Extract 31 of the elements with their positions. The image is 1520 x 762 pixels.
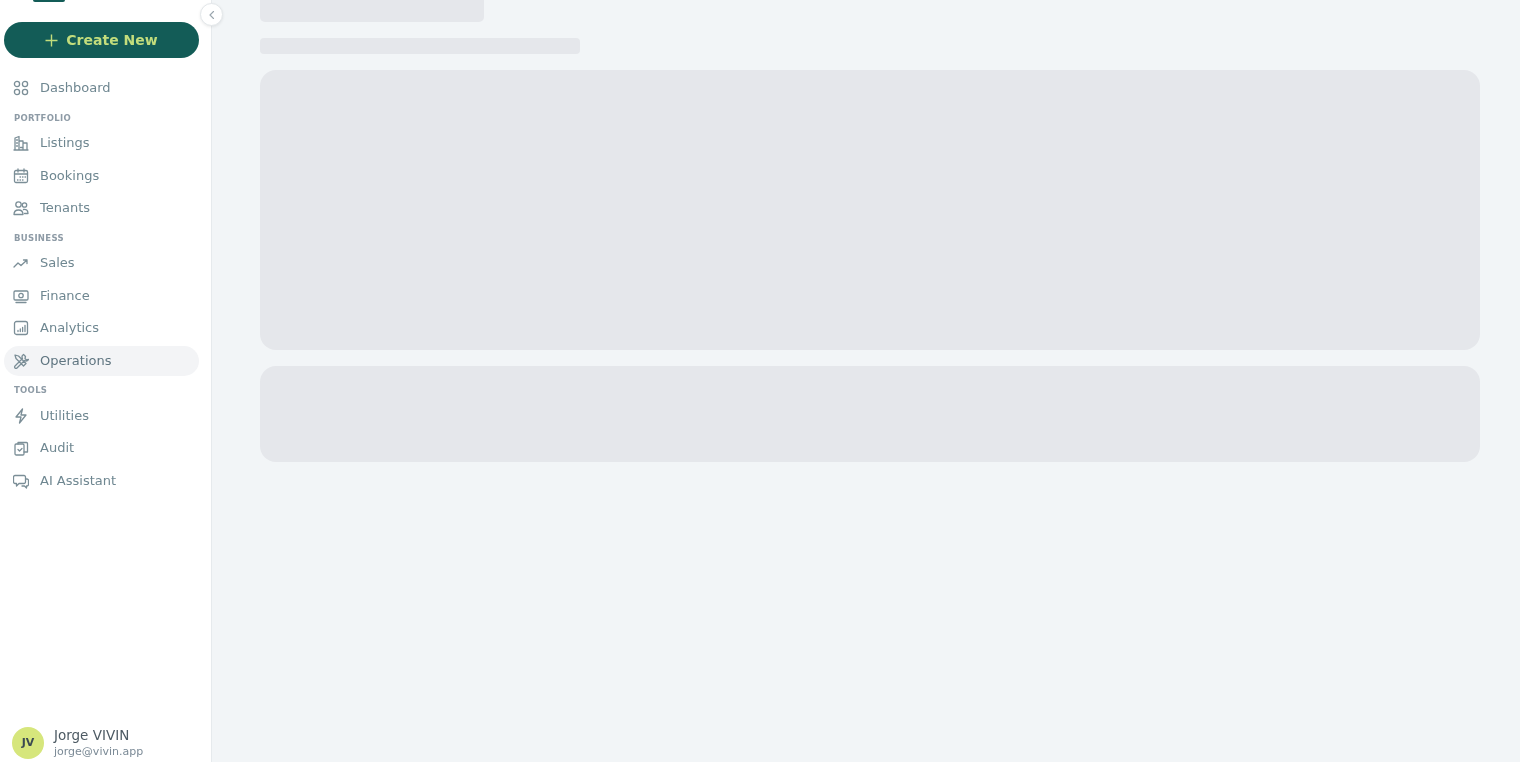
create-new-button[interactable]: Create New (4, 22, 199, 58)
people-icon (13, 200, 29, 216)
nav-item[interactable]: AI Assistant (4, 465, 199, 496)
nav-item[interactable]: Finance (4, 280, 199, 311)
chevron-left-icon (207, 10, 216, 19)
nav-item[interactable]: Operations (4, 345, 199, 376)
section-heading: PORTFOLIO (13, 111, 72, 125)
nav-item[interactable]: Sales (4, 248, 199, 278)
bar-chart-icon (13, 320, 29, 336)
plus-icon (45, 33, 59, 47)
section-heading: BUSINESS (13, 231, 65, 245)
nav-item[interactable]: Tenants (4, 193, 199, 223)
lightning-icon (13, 407, 29, 424)
section-heading: TOOLS (13, 384, 49, 397)
tools-icon (13, 352, 29, 369)
nav-item[interactable]: Utilities (4, 400, 199, 431)
nav-item[interactable]: Listings (4, 128, 199, 158)
banknote-icon (13, 287, 29, 304)
nav-item[interactable]: Bookings (4, 160, 199, 191)
nav-item[interactable]: Analytics (4, 313, 199, 343)
chat-bubbles-icon (13, 472, 29, 489)
nav-item[interactable]: Audit (4, 433, 199, 463)
user-avatar: JV (12, 727, 44, 759)
grid-icon (13, 80, 29, 96)
user-name: Jorge VIVIN (54, 726, 131, 744)
building-icon (13, 135, 29, 151)
calendar-icon (13, 167, 29, 184)
clipboard-check-icon (13, 440, 29, 456)
user-email: jorge@vivin.app (54, 744, 144, 760)
nav-item[interactable]: Dashboard (4, 73, 199, 103)
collapse-sidebar-button[interactable] (200, 3, 223, 26)
